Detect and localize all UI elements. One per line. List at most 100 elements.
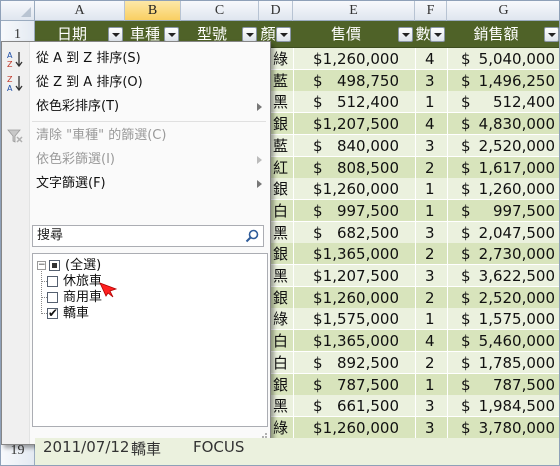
sales-cell[interactable]: 3,780,000 xyxy=(479,417,555,439)
filter-dropdown-button[interactable] xyxy=(242,27,257,42)
cur2-cell[interactable]: $ xyxy=(461,417,471,439)
cur1-cell[interactable]: $ xyxy=(313,287,323,309)
qty-cell[interactable]: 3 xyxy=(425,395,435,417)
sales-cell[interactable]: 1,575,000 xyxy=(479,308,555,330)
cur1-cell[interactable]: $ xyxy=(313,91,323,113)
qty-cell[interactable]: 2 xyxy=(425,243,435,265)
collapse-icon[interactable]: − xyxy=(37,261,46,270)
cur2-cell[interactable]: $ xyxy=(461,308,471,330)
color-cell[interactable]: 銀 xyxy=(273,287,288,309)
cur2-cell[interactable]: $ xyxy=(461,243,471,265)
filter-search-input[interactable]: 搜尋 xyxy=(32,225,264,247)
cur1-cell[interactable]: $ xyxy=(313,330,323,352)
sales-cell[interactable]: 5,040,000 xyxy=(479,48,555,70)
column-header-e[interactable]: E xyxy=(293,1,415,21)
price-cell[interactable]: 1,365,000 xyxy=(323,243,399,265)
sales-cell[interactable]: 1,496,250 xyxy=(479,70,555,92)
cur2-cell[interactable]: $ xyxy=(461,200,471,222)
cur2-cell[interactable]: $ xyxy=(461,135,471,157)
cur2-cell[interactable]: $ xyxy=(461,157,471,179)
cur1-cell[interactable]: $ xyxy=(313,374,323,396)
color-cell[interactable]: 綠 xyxy=(273,48,288,70)
cur1-cell[interactable]: $ xyxy=(313,417,323,439)
menu-text-filters[interactable]: 文字篩選(F) xyxy=(2,172,270,196)
cur2-cell[interactable]: $ xyxy=(461,178,471,200)
price-cell[interactable]: 1,260,000 xyxy=(323,417,399,439)
cur1-cell[interactable]: $ xyxy=(313,222,323,244)
sales-cell[interactable]: 2,520,000 xyxy=(479,287,555,309)
checkbox[interactable] xyxy=(47,292,58,303)
color-cell[interactable]: 黑 xyxy=(273,91,288,113)
price-cell[interactable]: 512,400 xyxy=(337,91,399,113)
cur2-cell[interactable]: $ xyxy=(461,70,471,92)
checkbox[interactable] xyxy=(47,305,58,321)
cur1-cell[interactable]: $ xyxy=(313,113,323,135)
qty-cell[interactable]: 4 xyxy=(425,48,435,70)
color-cell[interactable]: 藍 xyxy=(273,135,288,157)
column-header-b[interactable]: B xyxy=(125,1,181,21)
checkbox[interactable] xyxy=(47,276,58,287)
filter-dropdown-button[interactable] xyxy=(108,27,123,42)
qty-cell[interactable]: 2 xyxy=(425,287,435,309)
column-header-g[interactable]: G xyxy=(447,1,559,21)
filter-dropdown-button[interactable] xyxy=(398,27,413,42)
qty-cell[interactable]: 1 xyxy=(425,374,435,396)
qty-cell[interactable]: 1 xyxy=(425,308,435,330)
color-cell[interactable]: 黑 xyxy=(273,395,288,417)
column-header-f[interactable]: F xyxy=(415,1,447,21)
select-all-corner[interactable] xyxy=(1,1,35,21)
cur1-cell[interactable]: $ xyxy=(313,48,323,70)
filter-dropdown-button[interactable] xyxy=(276,27,291,42)
cur1-cell[interactable]: $ xyxy=(313,265,323,287)
sales-cell[interactable]: 1,260,000 xyxy=(479,178,555,200)
color-cell[interactable]: 銀 xyxy=(273,374,288,396)
color-cell[interactable]: 紅 xyxy=(273,157,288,179)
cur2-cell[interactable]: $ xyxy=(461,91,471,113)
filter-dropdown-button[interactable] xyxy=(430,27,445,42)
price-cell[interactable]: 498,750 xyxy=(337,70,399,92)
price-cell[interactable]: 1,365,000 xyxy=(323,330,399,352)
cur2-cell[interactable]: $ xyxy=(461,395,471,417)
price-cell[interactable]: 997,500 xyxy=(337,200,399,222)
cur1-cell[interactable]: $ xyxy=(313,200,323,222)
filter-dropdown-button[interactable] xyxy=(544,27,559,42)
price-cell[interactable]: 1,260,000 xyxy=(323,178,399,200)
qty-cell[interactable]: 1 xyxy=(425,200,435,222)
cur1-cell[interactable]: $ xyxy=(313,70,323,92)
cur1-cell[interactable]: $ xyxy=(313,178,323,200)
color-cell[interactable]: 白 xyxy=(273,200,288,222)
cur1-cell[interactable]: $ xyxy=(313,157,323,179)
price-cell[interactable]: 892,500 xyxy=(337,352,399,374)
sales-cell[interactable]: 512,400 xyxy=(493,91,555,113)
menu-sort-descending[interactable]: Z A 從 Z 到 A 排序(O) xyxy=(2,71,270,95)
cur2-cell[interactable]: $ xyxy=(461,374,471,396)
qty-cell[interactable]: 2 xyxy=(425,352,435,374)
checkbox[interactable] xyxy=(49,260,60,271)
price-cell[interactable]: 808,500 xyxy=(337,157,399,179)
qty-cell[interactable]: 1 xyxy=(425,91,435,113)
color-cell[interactable]: 黑 xyxy=(273,222,288,244)
price-cell[interactable]: 661,500 xyxy=(337,395,399,417)
qty-cell[interactable]: 3 xyxy=(425,417,435,439)
sales-cell[interactable]: 2,047,500 xyxy=(479,222,555,244)
color-cell[interactable]: 白 xyxy=(273,352,288,374)
cur1-cell[interactable]: $ xyxy=(313,243,323,265)
menu-clear-filter[interactable]: 清除 "車種" 的篩選(C) xyxy=(2,124,270,148)
column-header-d[interactable]: D xyxy=(259,1,293,21)
color-cell[interactable]: 銀 xyxy=(273,113,288,135)
qty-cell[interactable]: 3 xyxy=(425,265,435,287)
price-cell[interactable]: 682,500 xyxy=(337,222,399,244)
color-cell[interactable]: 白 xyxy=(273,330,288,352)
cur1-cell[interactable]: $ xyxy=(313,308,323,330)
cur1-cell[interactable]: $ xyxy=(313,395,323,417)
color-cell[interactable]: 綠 xyxy=(273,417,288,439)
price-cell[interactable]: 1,207,500 xyxy=(323,113,399,135)
sales-cell[interactable]: 3,622,500 xyxy=(479,265,555,287)
qty-cell[interactable]: 1 xyxy=(425,178,435,200)
sales-cell[interactable]: 4,830,000 xyxy=(479,113,555,135)
filter-dropdown-button[interactable] xyxy=(164,27,179,42)
qty-cell[interactable]: 2 xyxy=(425,157,435,179)
cur2-cell[interactable]: $ xyxy=(461,330,471,352)
sales-cell[interactable]: 2,730,000 xyxy=(479,243,555,265)
column-header-c[interactable]: C xyxy=(181,1,259,21)
